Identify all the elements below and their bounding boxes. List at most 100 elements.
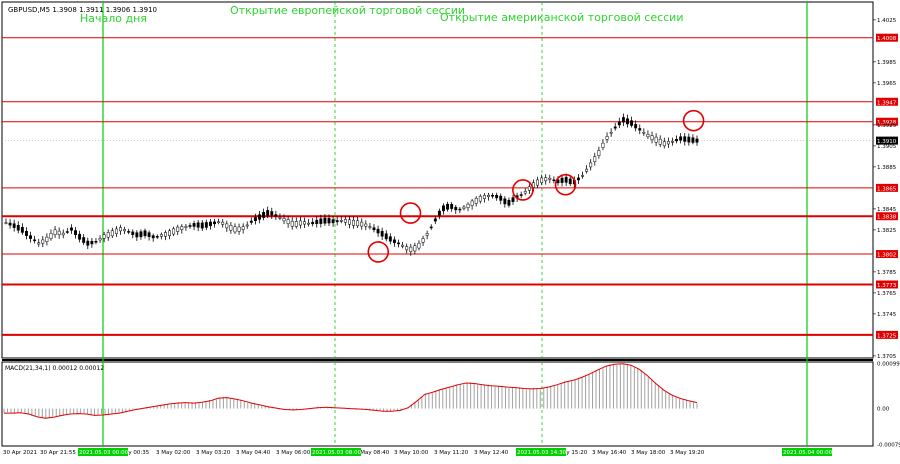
candle-body bbox=[454, 206, 458, 211]
candle-body bbox=[450, 204, 454, 209]
candle-body bbox=[69, 227, 73, 231]
candle-body bbox=[139, 231, 143, 238]
candle-body bbox=[519, 194, 523, 196]
candle-body bbox=[360, 221, 364, 227]
candle-body bbox=[204, 222, 208, 228]
candle-body bbox=[339, 220, 343, 222]
candle-body bbox=[225, 223, 229, 229]
candle-body bbox=[307, 222, 311, 225]
price-tick-label: 1.3925 bbox=[877, 123, 897, 129]
candle-body bbox=[417, 242, 421, 249]
candle-body bbox=[335, 220, 339, 223]
candle-body bbox=[638, 128, 642, 131]
candle-body bbox=[597, 150, 601, 157]
candle-body bbox=[507, 199, 511, 206]
candle-body bbox=[626, 118, 629, 125]
candle-body bbox=[397, 242, 400, 245]
candle-body bbox=[679, 136, 683, 141]
candle-body bbox=[327, 218, 331, 224]
macd-label: MACD(21,34,1) 0.00012 0.00012 bbox=[5, 365, 104, 372]
candle-body bbox=[196, 222, 200, 228]
candle-body bbox=[495, 194, 499, 199]
candle-body bbox=[482, 195, 486, 199]
candle-body bbox=[262, 212, 266, 218]
candle-body bbox=[617, 121, 621, 126]
candle-body bbox=[41, 239, 45, 244]
time-highlight-label: 2021.05.03 08:00 bbox=[312, 450, 362, 456]
price-tick-label: 1.4025 bbox=[877, 18, 897, 24]
candle-body bbox=[270, 211, 274, 216]
candle-body bbox=[564, 176, 568, 183]
candle-body bbox=[671, 141, 674, 143]
candle-body bbox=[621, 117, 625, 123]
candle-body bbox=[405, 246, 409, 251]
price-tick-label: 1.3985 bbox=[877, 60, 897, 66]
candle-body bbox=[364, 223, 368, 227]
macd-tick-label: 0.00099 bbox=[877, 361, 900, 367]
candle-body bbox=[695, 138, 699, 143]
macd-tick-label: -0.00079 bbox=[877, 443, 900, 449]
candle-body bbox=[466, 203, 470, 208]
candle-body bbox=[4, 222, 8, 224]
level-price-label: 1.3838 bbox=[877, 215, 897, 221]
candle-body bbox=[123, 229, 127, 232]
candle-body bbox=[654, 136, 658, 143]
candle-body bbox=[552, 179, 556, 182]
candle-body bbox=[437, 210, 441, 216]
europe-open-label: Открытие европейской торговой сессии bbox=[230, 4, 465, 17]
candle-body bbox=[609, 131, 613, 134]
candle-body bbox=[630, 120, 634, 126]
macd-tick-label: 0.00 bbox=[877, 407, 890, 413]
macd-signal-line bbox=[4, 363, 698, 419]
candle-body bbox=[401, 244, 405, 247]
candle-body bbox=[352, 219, 355, 226]
signal-circle-marker bbox=[367, 241, 390, 263]
price-tick-label: 1.3745 bbox=[877, 312, 897, 318]
time-highlight-label: 2021.05.03 00:00 bbox=[79, 450, 129, 456]
candle-body bbox=[634, 124, 638, 129]
candle-body bbox=[446, 203, 450, 210]
candle-body bbox=[650, 135, 654, 140]
candle-body bbox=[147, 232, 151, 237]
time-axis-label: 30 Apr 21:55 bbox=[40, 450, 76, 456]
candle-body bbox=[65, 231, 69, 233]
candle-body bbox=[49, 233, 53, 239]
candle-body bbox=[568, 178, 572, 185]
candle-body bbox=[487, 194, 490, 197]
candle-body bbox=[78, 233, 82, 240]
candle-body bbox=[303, 221, 306, 225]
candle-body bbox=[683, 136, 687, 142]
candle-body bbox=[392, 239, 396, 244]
candle-body bbox=[208, 221, 212, 227]
candle-body bbox=[372, 227, 376, 231]
candle-body bbox=[278, 216, 282, 219]
candle-body bbox=[576, 177, 580, 181]
candle-body bbox=[384, 233, 388, 240]
candle-body bbox=[331, 219, 335, 224]
candle-body bbox=[605, 136, 609, 140]
candle-body bbox=[491, 194, 495, 197]
candle-body bbox=[172, 228, 176, 235]
candle-body bbox=[33, 239, 37, 242]
candle-body bbox=[245, 224, 249, 227]
candle-body bbox=[266, 210, 270, 216]
candle-body bbox=[110, 230, 114, 237]
candle-body bbox=[29, 235, 32, 239]
candle-body bbox=[114, 228, 118, 234]
time-axis-label: 3 May 06:00 bbox=[276, 450, 311, 456]
candle-body bbox=[61, 232, 65, 236]
candle-body bbox=[184, 226, 188, 228]
signal-circle-marker bbox=[399, 202, 422, 224]
price-tick-label: 1.3885 bbox=[877, 165, 897, 171]
candle-body bbox=[425, 233, 429, 236]
time-axis-label: 30 Apr 2021 bbox=[3, 450, 37, 456]
candle-body bbox=[409, 246, 413, 252]
candle-body bbox=[164, 232, 167, 237]
candle-body bbox=[119, 227, 122, 232]
candle-body bbox=[433, 218, 437, 222]
candle-body bbox=[675, 138, 679, 142]
price-tick-label: 1.3965 bbox=[877, 81, 897, 87]
candle-body bbox=[176, 226, 180, 232]
candle-body bbox=[585, 168, 589, 172]
candle-body bbox=[213, 221, 216, 225]
